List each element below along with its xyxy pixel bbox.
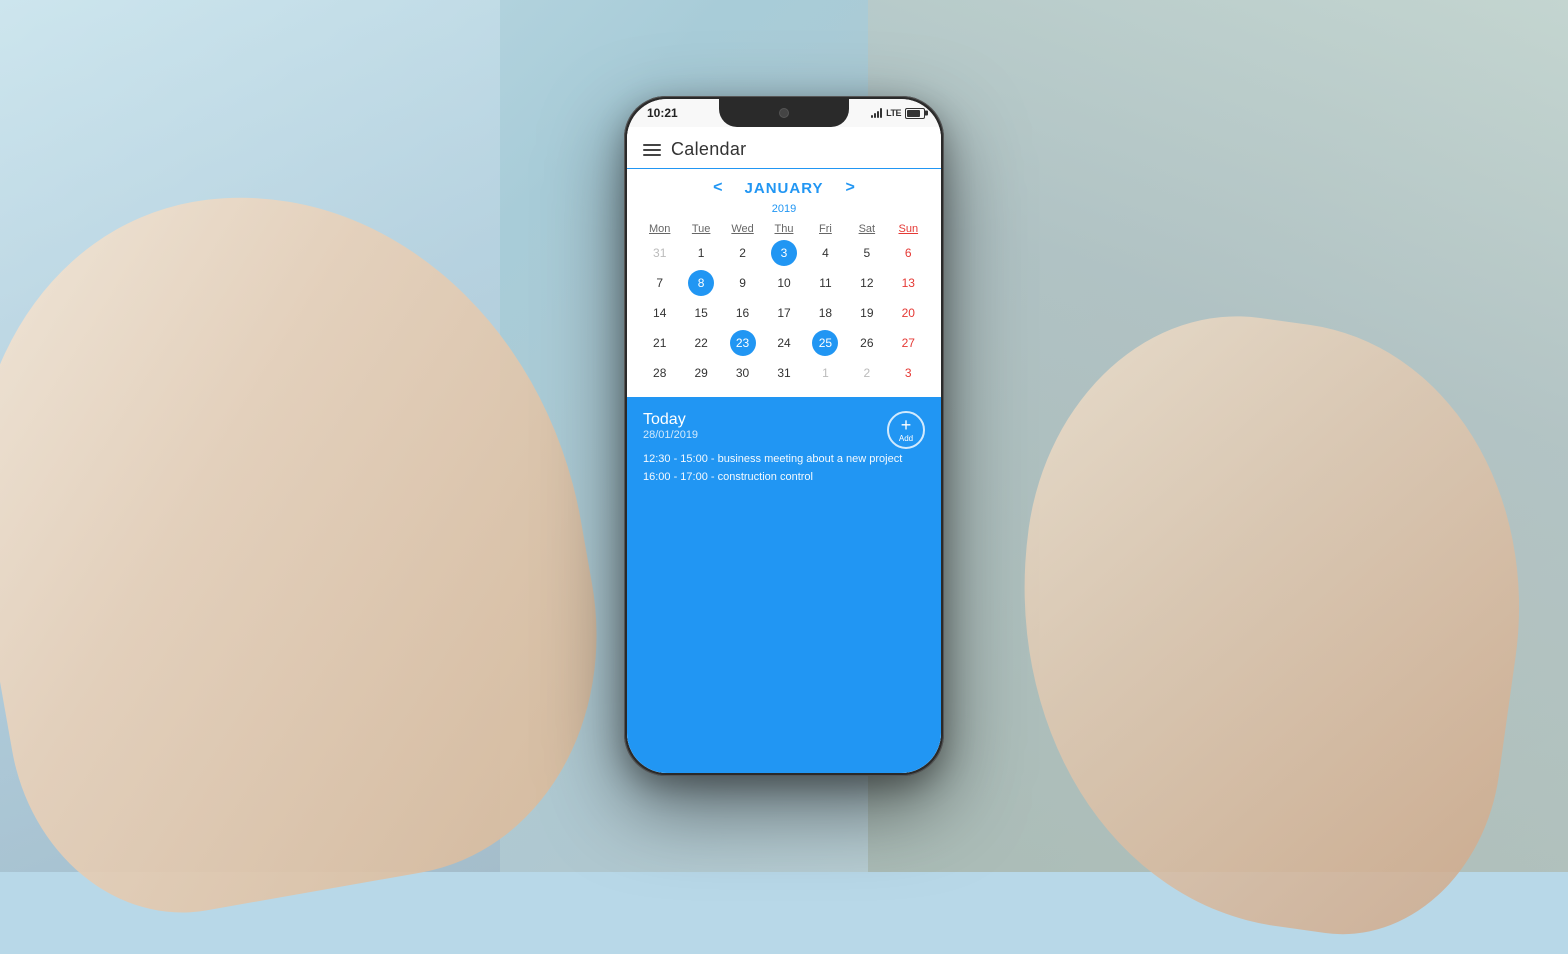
cal-day-3-next[interactable]: 3 bbox=[888, 359, 929, 387]
cal-day-24[interactable]: 24 bbox=[763, 329, 804, 357]
day-headers: Mon Tue Wed Thu Fri Sat Sun bbox=[639, 221, 929, 237]
cal-day-4[interactable]: 4 bbox=[805, 239, 846, 267]
cal-day-30[interactable]: 30 bbox=[722, 359, 763, 387]
day-header-sat: Sat bbox=[846, 221, 887, 237]
day-header-fri: Fri bbox=[805, 221, 846, 237]
event-item-2[interactable]: 16:00 - 17:00 - construction control bbox=[643, 471, 925, 483]
events-section: Today 28/01/2019 + Add 12:30 - 15:00 - b… bbox=[627, 397, 941, 773]
day-header-mon: Mon bbox=[639, 221, 680, 237]
cal-day-21[interactable]: 21 bbox=[639, 329, 680, 357]
cal-day-13[interactable]: 13 bbox=[888, 269, 929, 297]
cal-day-31[interactable]: 31 bbox=[763, 359, 804, 387]
cal-day-19[interactable]: 19 bbox=[846, 299, 887, 327]
camera-dot bbox=[779, 108, 789, 118]
lte-label: LTE bbox=[886, 108, 901, 118]
day-header-sun: Sun bbox=[888, 221, 929, 237]
year-label: 2019 bbox=[639, 203, 929, 215]
calendar-grid: 31 1 2 3 4 5 6 7 8 9 10 11 12 1 bbox=[639, 239, 929, 387]
cal-day-23[interactable]: 23 bbox=[730, 330, 756, 356]
day-header-tue: Tue bbox=[680, 221, 721, 237]
cal-day-16[interactable]: 16 bbox=[722, 299, 763, 327]
app-header: Calendar bbox=[627, 127, 941, 169]
status-icons: LTE bbox=[871, 108, 925, 119]
app-screen: Calendar < JANUARY > 2019 Mon Tue bbox=[627, 127, 941, 773]
cal-day-25[interactable]: 25 bbox=[812, 330, 838, 356]
cal-day-2[interactable]: 2 bbox=[722, 239, 763, 267]
phone-notch bbox=[719, 99, 849, 127]
cal-day-14[interactable]: 14 bbox=[639, 299, 680, 327]
cal-day-7[interactable]: 7 bbox=[639, 269, 680, 297]
cal-day-6[interactable]: 6 bbox=[888, 239, 929, 267]
status-time: 10:21 bbox=[647, 106, 678, 120]
month-name: JANUARY bbox=[745, 180, 824, 197]
cal-day-18[interactable]: 18 bbox=[805, 299, 846, 327]
month-nav: < JANUARY > bbox=[639, 177, 929, 199]
next-month-button[interactable]: > bbox=[839, 177, 860, 199]
phone-device: 10:21 LTE Calend bbox=[624, 96, 944, 776]
day-header-wed: Wed bbox=[722, 221, 763, 237]
cal-day-5[interactable]: 5 bbox=[846, 239, 887, 267]
cal-day-8[interactable]: 8 bbox=[688, 270, 714, 296]
battery-fill bbox=[907, 110, 920, 117]
cal-day-15[interactable]: 15 bbox=[680, 299, 721, 327]
cal-day-20[interactable]: 20 bbox=[888, 299, 929, 327]
phone-screen: 10:21 LTE Calend bbox=[627, 99, 941, 773]
prev-month-button[interactable]: < bbox=[707, 177, 728, 199]
app-title: Calendar bbox=[671, 139, 746, 160]
battery-icon bbox=[905, 108, 925, 119]
cal-day-2-next[interactable]: 2 bbox=[846, 359, 887, 387]
cal-day-28[interactable]: 28 bbox=[639, 359, 680, 387]
cal-day-31-prev[interactable]: 31 bbox=[639, 239, 680, 267]
calendar-section: < JANUARY > 2019 Mon Tue Wed Thu Fri Sat… bbox=[627, 169, 941, 397]
cal-day-11[interactable]: 11 bbox=[805, 269, 846, 297]
day-header-thu: Thu bbox=[763, 221, 804, 237]
cal-day-10[interactable]: 10 bbox=[763, 269, 804, 297]
cal-day-29[interactable]: 29 bbox=[680, 359, 721, 387]
add-event-button[interactable]: + Add bbox=[887, 411, 925, 449]
cal-day-27[interactable]: 27 bbox=[888, 329, 929, 357]
cal-day-3[interactable]: 3 bbox=[771, 240, 797, 266]
cal-day-1-next[interactable]: 1 bbox=[805, 359, 846, 387]
cal-day-26[interactable]: 26 bbox=[846, 329, 887, 357]
today-label: Today bbox=[643, 411, 925, 429]
cal-day-22[interactable]: 22 bbox=[680, 329, 721, 357]
cal-day-1[interactable]: 1 bbox=[680, 239, 721, 267]
add-label: Add bbox=[899, 435, 913, 443]
event-item-1[interactable]: 12:30 - 15:00 - business meeting about a… bbox=[643, 453, 925, 465]
cal-day-17[interactable]: 17 bbox=[763, 299, 804, 327]
cal-day-9[interactable]: 9 bbox=[722, 269, 763, 297]
add-plus-icon: + bbox=[901, 416, 912, 434]
phone-wrapper: 10:21 LTE Calend bbox=[624, 96, 944, 776]
signal-icon bbox=[871, 108, 882, 118]
cal-day-12[interactable]: 12 bbox=[846, 269, 887, 297]
menu-icon[interactable] bbox=[643, 144, 661, 156]
today-date: 28/01/2019 bbox=[643, 429, 925, 441]
events-header: Today 28/01/2019 bbox=[643, 411, 925, 441]
